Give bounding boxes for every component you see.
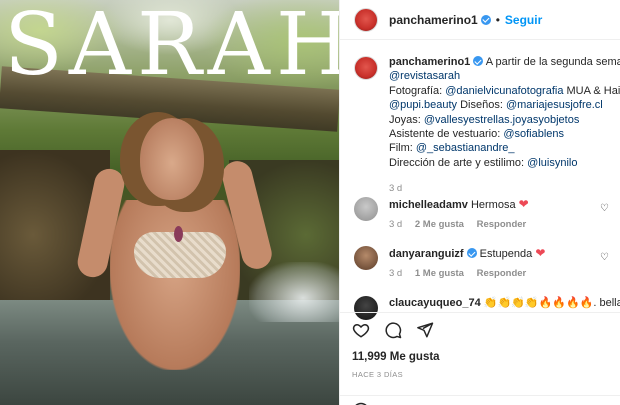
comment-text: Hermosa — [470, 199, 516, 211]
caption-author-avatar[interactable] — [354, 56, 378, 80]
comment-likes[interactable]: 1 Me gusta — [415, 268, 464, 279]
comment-avatar[interactable] — [354, 197, 378, 221]
photo-splash — [249, 262, 339, 322]
post-header: panchamerino1 • Seguir — [340, 0, 620, 40]
reply-button[interactable]: Responder — [477, 219, 527, 230]
photo-figure-head — [140, 118, 204, 200]
comment-username[interactable]: michelleadamv — [389, 199, 468, 211]
caption-label: Joyas: — [389, 113, 424, 126]
mention-link[interactable]: @_sebastianandre_ — [416, 142, 515, 154]
magazine-title: SARAH — [4, 0, 339, 95]
add-comment-bar[interactable] — [340, 395, 620, 405]
comment-age: 3 d — [389, 219, 403, 230]
mention-link[interactable]: @mariajesusjofre.cl — [506, 99, 603, 111]
verified-badge-icon — [473, 56, 484, 66]
mention-link[interactable]: @vallesyestrellas.joyasyobjetos — [424, 114, 579, 126]
post-caption: panchamerino1 A partir de la segunda sem… — [354, 55, 620, 197]
mention-link[interactable]: @revistasarah — [389, 70, 460, 82]
caption-label: MUA & Hairstyle: — [566, 84, 620, 97]
heart-icon[interactable] — [352, 321, 370, 339]
comment-text: 👏👏👏👏🔥🔥🔥🔥. bella!!!!! — [483, 297, 620, 309]
header-separator: • — [495, 12, 500, 27]
mention-link[interactable]: @danielvicunafotografia — [445, 85, 563, 97]
comment-text: Estupenda — [479, 248, 533, 260]
photo-figure-body — [110, 200, 240, 370]
comment-item: danyaranguizf Estupenda ❤ 3 d 1 Me gusta… — [354, 246, 620, 279]
comment-username[interactable]: claucayuqueo_74 — [389, 297, 481, 309]
caption-label: Asistente de vestuario: — [389, 128, 504, 141]
author-avatar[interactable] — [354, 7, 378, 32]
likes-count[interactable]: 11,999 Me gusta — [352, 351, 440, 363]
caption-label: Dirección de arte y estilimo: — [389, 156, 528, 169]
caption-label: Fotografía: — [389, 84, 446, 97]
comment-likes[interactable]: 2 Me gusta — [415, 219, 464, 230]
comment-like-heart-icon[interactable]: ♡ — [600, 203, 610, 214]
comment-icon[interactable] — [384, 321, 402, 339]
mention-link[interactable]: @sofiablens — [503, 128, 564, 140]
post-photo[interactable]: SARAH — [0, 0, 339, 405]
post-actions: 11,999 Me gusta HACE 3 DÍAS — [340, 312, 620, 405]
caption-age: 3 d — [389, 183, 403, 195]
post-side-panel: panchamerino1 • Seguir panchamerino1 A p… — [339, 0, 620, 405]
reply-button[interactable]: Responder — [477, 268, 527, 279]
author-username[interactable]: panchamerino1 — [389, 13, 478, 27]
caption-label: Diseños: — [457, 99, 506, 112]
caption-username[interactable]: panchamerino1 — [389, 56, 470, 68]
mention-link[interactable]: @luisynilo — [527, 157, 577, 169]
comment-age: 3 d — [389, 268, 403, 279]
follow-button[interactable]: Seguir — [505, 13, 542, 27]
red-heart-emoji-icon: ❤ — [518, 197, 529, 211]
post-timestamp: HACE 3 DÍAS — [352, 370, 404, 379]
caption-text: A partir de la segunda semana de fe — [485, 56, 620, 68]
comment-item: michelleadamv Hermosa ❤ 3 d 2 Me gusta R… — [354, 197, 620, 230]
red-heart-emoji-icon: ❤ — [535, 246, 546, 260]
verified-badge-icon — [480, 14, 491, 25]
comment-avatar[interactable] — [354, 246, 378, 270]
comment-username[interactable]: danyaranguizf — [389, 248, 464, 260]
comment-like-heart-icon[interactable]: ♡ — [600, 252, 610, 263]
mention-link[interactable]: @pupi.beauty — [389, 99, 457, 111]
send-icon[interactable] — [416, 321, 434, 339]
photo-figure-pendant — [174, 226, 183, 242]
caption-label: Film: — [389, 142, 416, 155]
verified-badge-icon — [466, 248, 477, 258]
